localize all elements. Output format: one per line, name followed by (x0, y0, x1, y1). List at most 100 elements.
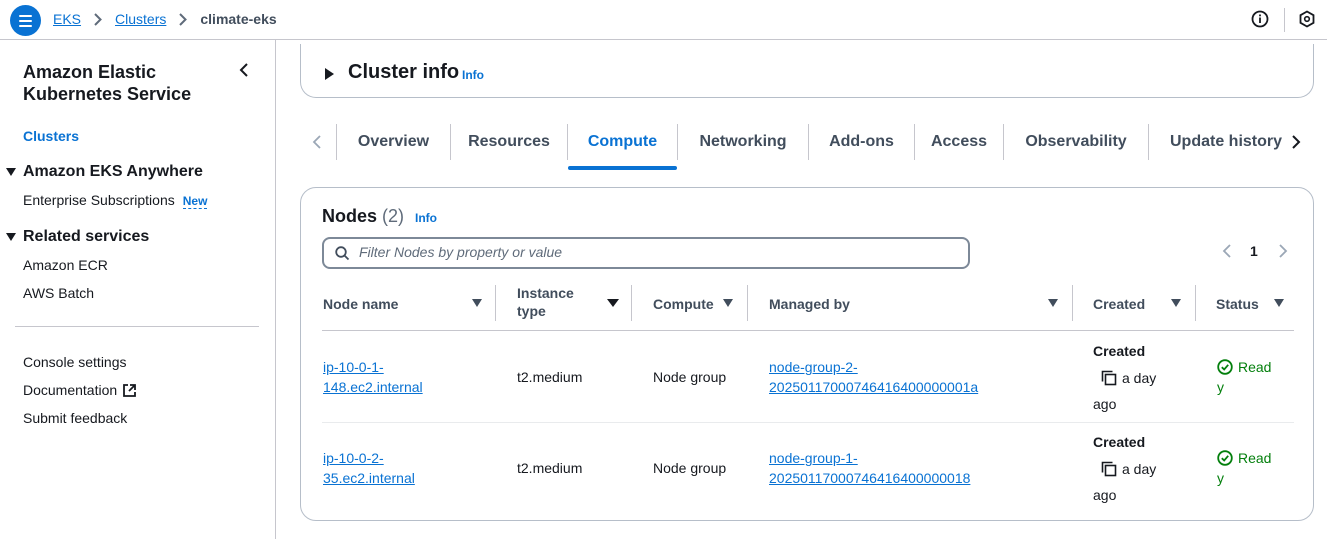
chevron-right-icon[interactable] (1291, 134, 1301, 153)
page-number[interactable]: 1 (1250, 243, 1258, 259)
instance-type: t2.medium (517, 369, 583, 385)
chevron-left-icon[interactable] (1222, 243, 1232, 262)
tab-overview[interactable]: Overview (337, 124, 450, 164)
column-header-created[interactable]: Created (1093, 295, 1145, 313)
divider (15, 326, 259, 327)
node-name-line: 148.ec2.internal (323, 379, 423, 395)
sidebar-title: Amazon Elastic Kubernetes Service (23, 62, 192, 104)
status-text: y (1217, 379, 1224, 395)
managed-by-link[interactable]: node-group-1- 20250117000746416400000018 (769, 448, 970, 488)
status-badge: Read y (1217, 357, 1271, 397)
managed-by-link[interactable]: node-group-2- 20250117000746416400000001… (769, 357, 978, 397)
column-header-managed-by[interactable]: Managed by (769, 295, 850, 313)
tab-resources[interactable]: Resources (451, 124, 567, 164)
info-circle-icon[interactable] (1251, 10, 1269, 28)
sidebar-item-amazon-ecr[interactable]: Amazon ECR (23, 257, 108, 273)
cluster-info-panel[interactable]: Cluster info Info (300, 44, 1314, 98)
column-separator (631, 285, 632, 321)
created-value: a day (1101, 368, 1156, 388)
caret-down-icon (6, 168, 16, 176)
created-label: Created (1093, 434, 1146, 450)
created-value: a day (1101, 459, 1156, 479)
created-relative-suffix: ago (1093, 487, 1117, 503)
nodes-count: (2) (382, 206, 405, 226)
node-name-line: ip-10-0-2- (323, 450, 384, 466)
breadcrumb: EKS Clusters climate-eks (53, 11, 277, 27)
caret-right-icon (325, 68, 334, 80)
divider (1284, 8, 1285, 32)
chevron-left-icon[interactable] (312, 134, 322, 153)
tab-networking[interactable]: Networking (678, 124, 808, 164)
instance-type: t2.medium (517, 460, 583, 476)
external-link-icon (122, 383, 137, 398)
column-separator (495, 285, 496, 321)
sidebar-item-console-settings[interactable]: Console settings (23, 354, 127, 370)
caret-down-icon[interactable] (1274, 299, 1284, 307)
created-label: Created (1093, 343, 1146, 359)
status-text: Read (1238, 359, 1272, 375)
caret-down-icon[interactable] (1171, 299, 1181, 307)
security-icon[interactable] (1298, 10, 1316, 28)
caret-down-icon[interactable] (472, 299, 482, 307)
managed-by-line: node-group-1- (769, 450, 858, 466)
node-name-link[interactable]: ip-10-0-2- 35.ec2.internal (323, 448, 415, 488)
column-header-status[interactable]: Status (1216, 295, 1259, 313)
managed-by-line: 20250117000746416400000018 (769, 470, 971, 486)
sidebar-section-related-services[interactable]: Related services (6, 228, 149, 246)
tab-add-ons[interactable]: Add-ons (809, 124, 914, 164)
status-text: Read (1238, 450, 1272, 466)
sidebar-section-label: Amazon EKS Anywhere (23, 163, 203, 180)
filter-box[interactable] (322, 237, 970, 269)
nodes-heading: Nodes (2) (322, 206, 404, 227)
compute-type: Node group (653, 460, 727, 476)
node-name-line: ip-10-0-1- (323, 359, 384, 375)
cluster-info-title: Cluster info (348, 61, 460, 83)
breadcrumb-clusters[interactable]: Clusters (115, 11, 166, 27)
sidebar-item-submit-feedback[interactable]: Submit feedback (23, 410, 127, 426)
tab-access[interactable]: Access (915, 124, 1003, 164)
chevron-left-icon[interactable] (238, 62, 250, 81)
sidebar-item-label: Documentation (23, 382, 118, 398)
caret-down-icon[interactable] (723, 299, 733, 307)
chevron-right-icon (94, 12, 102, 26)
nodes-info-link[interactable]: Info (415, 211, 437, 225)
status-badge: Read y (1217, 448, 1271, 488)
cluster-info-info-link[interactable]: Info (462, 68, 484, 82)
breadcrumb-current: climate-eks (200, 11, 277, 27)
chevron-right-icon[interactable] (1278, 243, 1288, 262)
caret-down-icon[interactable] (1048, 299, 1058, 307)
sidebar-item-label: Enterprise Subscriptions (23, 192, 175, 208)
check-circle-icon (1217, 450, 1233, 466)
column-header-instance-type[interactable]: Instance type (517, 284, 587, 320)
node-name-line: 35.ec2.internal (323, 470, 415, 486)
copy-icon[interactable] (1101, 461, 1117, 477)
sidebar-section-eks-anywhere[interactable]: Amazon EKS Anywhere (6, 163, 203, 181)
side-navigation: Amazon Elastic Kubernetes Service Cluste… (0, 40, 276, 539)
tab-observability[interactable]: Observability (1004, 124, 1148, 164)
menu-icon[interactable] (10, 5, 41, 36)
column-header-compute[interactable]: Compute (653, 295, 714, 313)
caret-down-icon (6, 233, 16, 241)
status-text: y (1217, 470, 1224, 486)
sidebar-item-documentation[interactable]: Documentation (23, 382, 137, 398)
caret-down-filled-icon[interactable] (607, 299, 619, 307)
column-separator (1072, 285, 1073, 321)
column-header-node-name[interactable]: Node name (323, 295, 398, 313)
sidebar-item-clusters[interactable]: Clusters (23, 128, 79, 144)
breadcrumb-eks[interactable]: EKS (53, 11, 81, 27)
sidebar-item-aws-batch[interactable]: AWS Batch (23, 285, 94, 301)
row-divider (322, 422, 1294, 423)
copy-icon[interactable] (1101, 370, 1117, 386)
tab-update-history[interactable]: Update history (1149, 124, 1282, 164)
compute-type: Node group (653, 369, 727, 385)
top-navigation: EKS Clusters climate-eks (0, 0, 1327, 40)
filter-nodes-input[interactable] (359, 244, 959, 260)
tab-compute[interactable]: Compute (568, 124, 677, 164)
nodes-panel: Nodes (2) Info 1 Node name Instance type… (300, 187, 1314, 521)
column-separator (1195, 285, 1196, 321)
sidebar-item-enterprise-subscriptions[interactable]: Enterprise Subscriptions New (23, 192, 208, 209)
managed-by-line: 20250117000746416400000001a (769, 379, 979, 395)
node-name-link[interactable]: ip-10-0-1- 148.ec2.internal (323, 357, 423, 397)
table-header-divider (322, 330, 1294, 331)
created-relative-suffix: ago (1093, 396, 1117, 412)
